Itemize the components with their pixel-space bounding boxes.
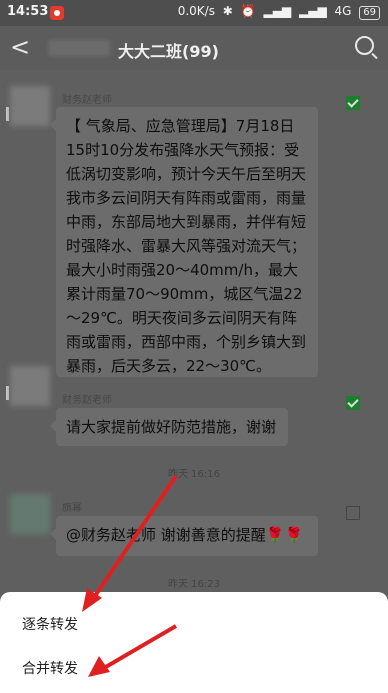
- annotation-arrow: [88, 624, 178, 677]
- annotation-arrows: [82, 474, 178, 677]
- annotation-arrow: [82, 474, 178, 612]
